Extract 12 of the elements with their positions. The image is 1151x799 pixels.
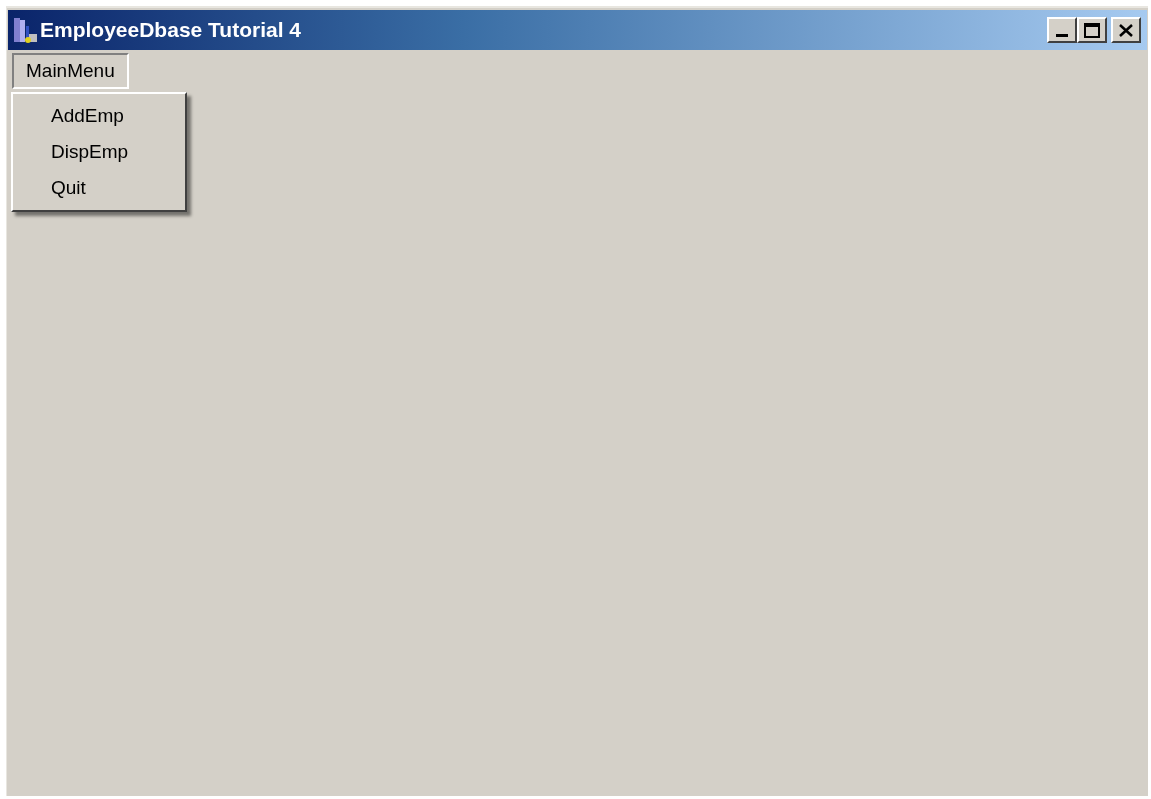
maximize-icon: [1084, 22, 1100, 38]
minimize-icon: [1056, 34, 1068, 37]
window-title: EmployeeDbase Tutorial 4: [40, 17, 302, 44]
menu-item[interactable]: AddEmp: [13, 98, 185, 134]
app-icon: [12, 16, 38, 44]
menu-item[interactable]: DispEmp: [13, 134, 185, 170]
menu-item[interactable]: Quit: [13, 170, 185, 206]
close-button[interactable]: [1111, 17, 1141, 43]
menu-button[interactable]: MainMenu: [12, 53, 129, 89]
maximize-button[interactable]: [1077, 17, 1107, 43]
close-icon: [1119, 23, 1133, 37]
minimize-button[interactable]: [1047, 17, 1077, 43]
